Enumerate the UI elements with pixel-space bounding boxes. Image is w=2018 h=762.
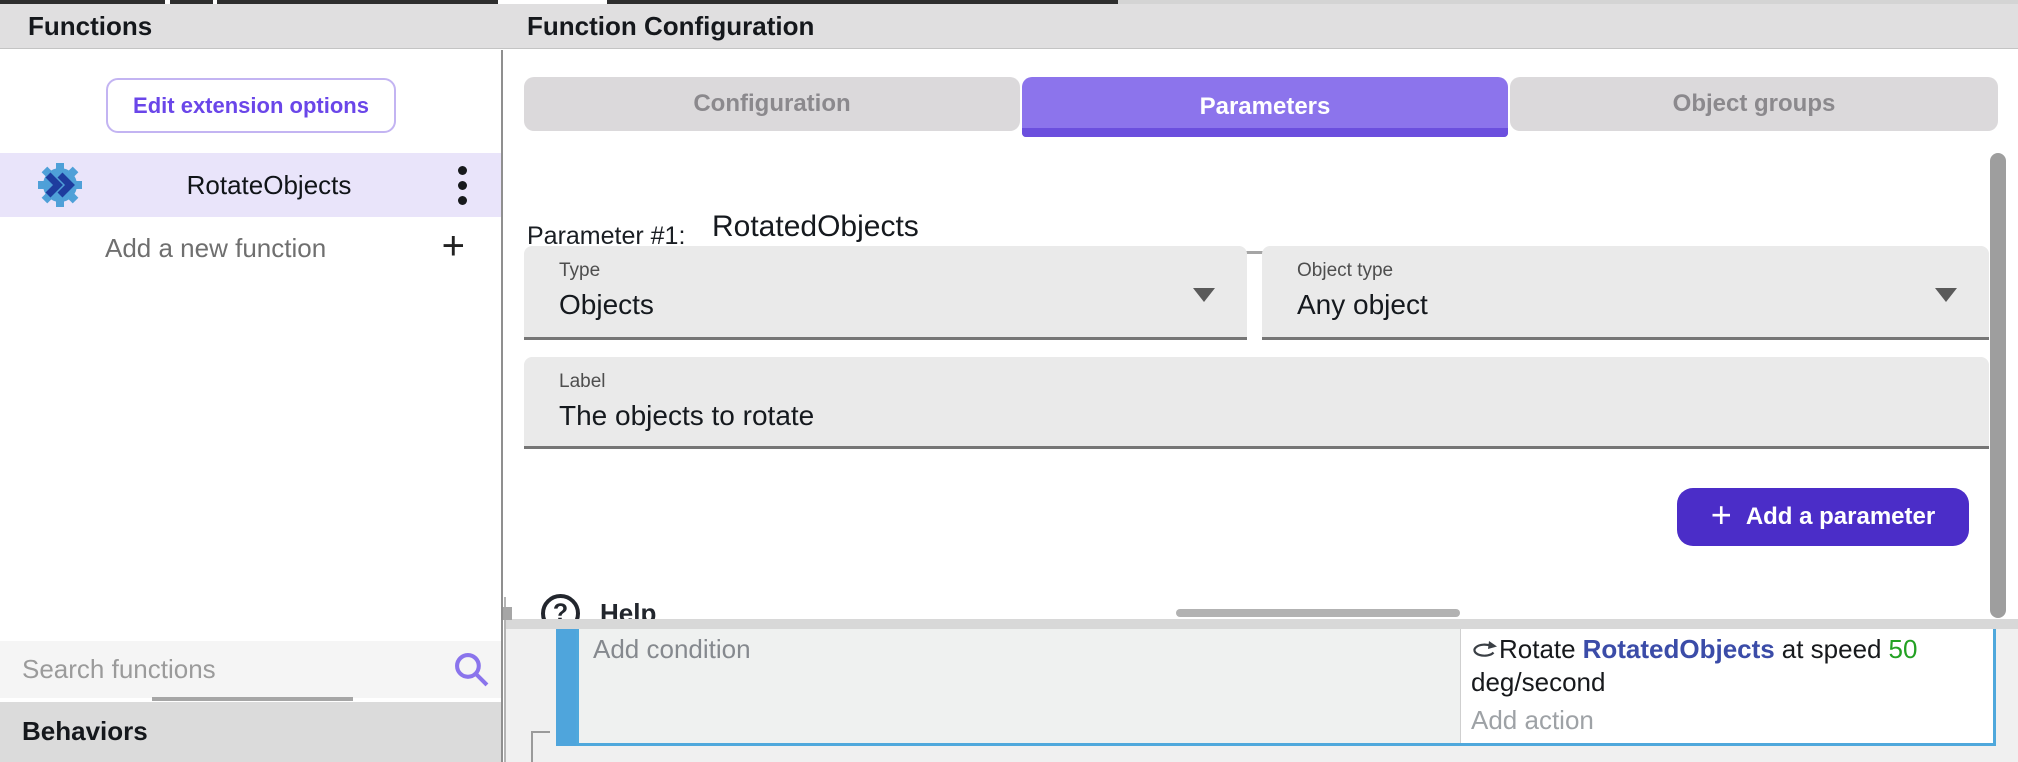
event-block: Add condition RotateRotatedObjectsat spe…	[576, 629, 1996, 746]
object-type-field-value: Any object	[1297, 289, 1428, 321]
tab-configuration[interactable]: Configuration	[524, 77, 1020, 131]
action-value: 50	[1889, 634, 1918, 664]
add-function-label: Add a new function	[105, 217, 326, 279]
chevron-down-icon	[1935, 288, 1957, 302]
event-selection-bar	[556, 629, 576, 746]
tab-parameters-label: Parameters	[1200, 93, 1331, 121]
functions-sidebar: Edit extension options RotateObjects	[0, 50, 501, 762]
object-type-select[interactable]: Object type Any object	[1262, 246, 1989, 340]
action-text: Rotate	[1499, 634, 1576, 664]
events-panel-scrollbar-thumb[interactable]	[503, 607, 512, 620]
behaviors-section-header: Behaviors	[0, 702, 501, 762]
subevent-connector-line	[531, 731, 533, 762]
top-bar: Functions Function Configuration	[0, 4, 2018, 49]
search-input-underline	[152, 697, 353, 701]
add-parameter-button[interactable]: + Add a parameter	[1677, 488, 1969, 546]
add-condition-area[interactable]: Add condition	[579, 629, 1460, 743]
action-object-name: RotatedObjects	[1583, 634, 1775, 664]
action-text: at speed	[1782, 634, 1882, 664]
edit-extension-options-button[interactable]: Edit extension options	[106, 78, 396, 133]
chevron-down-icon	[1193, 288, 1215, 302]
functions-panel-title: Functions	[28, 4, 152, 48]
app-window: Functions Function Configuration Edit ex…	[0, 0, 2018, 762]
tab-object-groups[interactable]: Object groups	[1510, 77, 1998, 131]
tab-parameters[interactable]: Parameters	[1022, 77, 1508, 137]
type-field-label: Type	[559, 260, 600, 282]
type-field-value: Objects	[559, 289, 654, 321]
tab-object-groups-label: Object groups	[1673, 90, 1836, 118]
events-sheet-strip: Add condition RotateRotatedObjectsat spe…	[505, 619, 2018, 762]
events-panel-edge	[505, 619, 2018, 629]
object-type-field-label: Object type	[1297, 260, 1393, 282]
search-functions-input[interactable]	[22, 649, 422, 689]
events-panel-left-border	[504, 597, 506, 762]
add-parameter-label: Add a parameter	[1746, 503, 1935, 531]
search-functions-field[interactable]	[0, 641, 501, 698]
function-name-label: RotateObjects	[84, 170, 454, 201]
label-field-label: Label	[559, 371, 606, 393]
parameter-label-field[interactable]: Label The objects to rotate	[524, 357, 1989, 449]
function-item-menu-icon[interactable]	[454, 162, 471, 209]
function-list-item-rotateobjects[interactable]: RotateObjects	[0, 153, 501, 217]
vertical-scrollbar-thumb[interactable]	[1990, 153, 2006, 618]
horizontal-scrollbar-thumb[interactable]	[1176, 609, 1460, 617]
behaviors-title: Behaviors	[22, 702, 148, 762]
action-row[interactable]: RotateRotatedObjectsat speed50 deg/secon…	[1471, 633, 1983, 699]
actions-area[interactable]: RotateRotatedObjectsat speed50 deg/secon…	[1461, 629, 1993, 743]
plus-icon: +	[442, 217, 465, 279]
add-condition-label: Add condition	[593, 634, 751, 664]
subevent-connector-line	[531, 731, 550, 733]
dialog-title: Function Configuration	[527, 4, 814, 48]
rotate-action-icon	[1471, 639, 1497, 661]
tab-configuration-label: Configuration	[693, 90, 850, 118]
plus-icon: +	[1711, 497, 1732, 533]
action-text: deg/second	[1471, 667, 1605, 697]
add-function-row[interactable]: Add a new function +	[0, 217, 501, 279]
search-icon[interactable]	[453, 651, 491, 689]
label-field-value: The objects to rotate	[559, 400, 814, 432]
parameter-type-select[interactable]: Type Objects	[524, 246, 1247, 340]
add-action-label[interactable]: Add action	[1471, 704, 1983, 737]
function-gear-icon	[36, 161, 84, 209]
